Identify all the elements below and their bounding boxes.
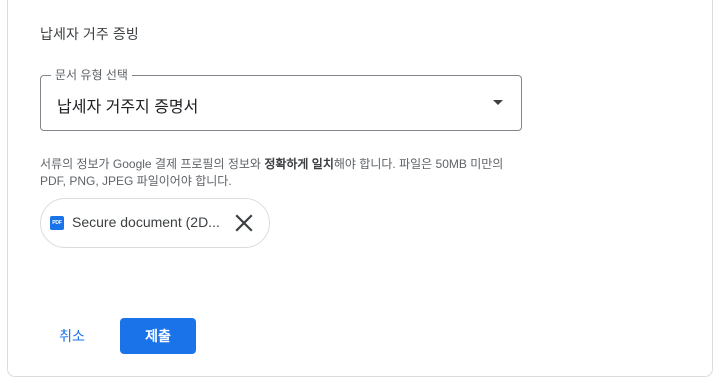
document-type-select[interactable]: 문서 유형 선택 납세자 거주지 증명서	[40, 68, 522, 131]
remove-file-button[interactable]	[231, 210, 257, 236]
cancel-button[interactable]: 취소	[44, 318, 100, 354]
submit-button[interactable]: 제출	[120, 318, 196, 354]
document-type-value: 납세자 거주지 증명서	[57, 99, 199, 116]
document-type-label: 문서 유형 선택	[51, 68, 132, 82]
section-title: 납세자 거주 증빙	[40, 26, 139, 42]
close-icon	[235, 214, 253, 232]
upload-help-text: 서류의 정보가 Google 결제 프로필의 정보와 정확하게 일치해야 합니다…	[40, 156, 530, 190]
file-name: Secure document (2D...	[72, 214, 220, 230]
dropdown-arrow-icon	[493, 100, 503, 105]
help-text-emphasis: 정확하게 일치	[264, 157, 334, 171]
help-text-part1: 서류의 정보가 Google 결제 프로필의 정보와	[40, 157, 265, 171]
uploaded-file-chip: PDF Secure document (2D...	[40, 198, 270, 248]
pdf-file-icon: PDF	[50, 216, 64, 230]
